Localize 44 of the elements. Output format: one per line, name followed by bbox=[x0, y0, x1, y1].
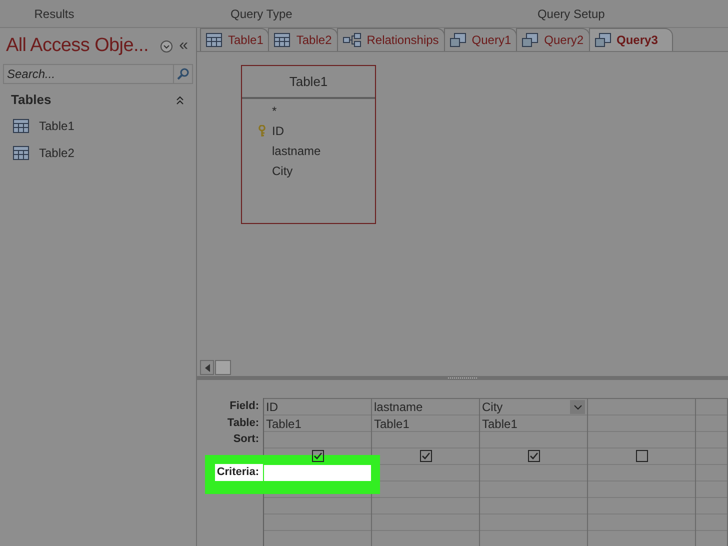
left-arrow-icon bbox=[204, 364, 210, 372]
table-icon bbox=[13, 146, 29, 160]
criteria-field[interactable] bbox=[264, 464, 371, 481]
field-name: City bbox=[482, 399, 503, 416]
ribbon-group-label: Results bbox=[34, 6, 74, 23]
caret-icon bbox=[574, 404, 582, 410]
field-name[interactable]: lastname bbox=[272, 142, 321, 160]
nav-item[interactable]: Table1 bbox=[39, 116, 74, 134]
collapse-button[interactable]: « bbox=[177, 38, 190, 54]
ribbon-group-label: Query Type bbox=[230, 6, 292, 23]
tab[interactable]: Table1 bbox=[200, 28, 270, 51]
table-icon bbox=[206, 33, 222, 47]
grid-cell[interactable]: Table1 bbox=[480, 416, 587, 432]
relationship-icon bbox=[342, 33, 361, 47]
search-field[interactable]: Search... bbox=[3, 64, 174, 84]
query-icon bbox=[450, 33, 466, 47]
field-name[interactable]: City bbox=[272, 162, 293, 180]
dropdown-button[interactable] bbox=[570, 400, 585, 414]
grid-cell[interactable]: lastname bbox=[372, 399, 479, 416]
query-icon bbox=[594, 33, 611, 47]
row-label: Sort: bbox=[233, 432, 259, 447]
group-header: Tables bbox=[11, 91, 52, 110]
search-button[interactable] bbox=[174, 64, 193, 84]
row-label: Field: bbox=[230, 399, 259, 414]
nav-item[interactable]: Table2 bbox=[39, 144, 74, 162]
ribbon-group-label: Query Setup bbox=[537, 6, 605, 23]
row-label: Table: bbox=[227, 416, 259, 430]
field-name[interactable]: ID bbox=[272, 122, 284, 140]
scroll-left-button[interactable] bbox=[200, 360, 214, 375]
grid-cell[interactable]: Table1 bbox=[372, 416, 479, 432]
pane-title: All Access Obje... bbox=[6, 34, 148, 58]
query-icon bbox=[522, 33, 538, 47]
grid-cell[interactable]: Table1 bbox=[264, 416, 371, 432]
table-icon bbox=[274, 33, 290, 47]
field-name[interactable]: * bbox=[272, 102, 277, 120]
scrollbar-thumb[interactable] bbox=[215, 360, 231, 375]
search-icon bbox=[177, 68, 189, 80]
table-icon bbox=[13, 118, 29, 132]
dropdown-icon bbox=[160, 40, 174, 52]
tab[interactable]: Query3 bbox=[588, 28, 673, 51]
row-label: Criteria: bbox=[216, 465, 259, 480]
grid-cell[interactable]: City bbox=[480, 399, 587, 416]
grid-cell[interactable]: ID bbox=[264, 399, 371, 416]
table-title: Table1 bbox=[289, 72, 328, 91]
